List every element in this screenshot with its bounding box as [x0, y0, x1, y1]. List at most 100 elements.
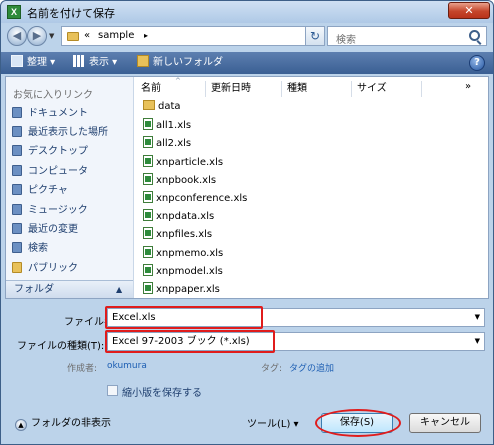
tags-label: タグ:: [261, 364, 283, 374]
tools-menu-button[interactable]: ツール(L) ▾: [247, 415, 299, 430]
file-name: all1.xls: [156, 120, 192, 131]
column-header-size[interactable]: サイズ: [357, 81, 387, 97]
folder-icon: [143, 100, 155, 110]
column-divider[interactable]: [281, 81, 282, 97]
column-name-label: 名前: [141, 83, 161, 94]
title-bar: X 名前を付けて保存 ✕: [1, 1, 493, 23]
cancel-button[interactable]: キャンセル: [409, 413, 481, 433]
filename-highlight: [105, 306, 263, 329]
chevron-down-icon[interactable]: ▼: [475, 309, 480, 326]
excel-file-icon: [143, 155, 153, 167]
sidebar-item-documents[interactable]: ドキュメント: [12, 105, 130, 123]
sidebar-item-searches[interactable]: 検索: [12, 240, 130, 258]
sidebar-item-label: コンピュータ: [28, 166, 88, 177]
file-name: all2.xls: [156, 138, 192, 149]
more-columns-icon[interactable]: »: [465, 81, 471, 92]
chevron-down-icon[interactable]: ▼: [475, 333, 480, 350]
sidebar-item-pictures[interactable]: ピクチャ: [12, 182, 130, 200]
list-item[interactable]: xnppaper.xls: [143, 281, 363, 297]
list-item[interactable]: all1.xls: [143, 117, 363, 135]
views-button[interactable]: 表示 ▾: [73, 55, 117, 71]
sidebar-item-computer[interactable]: コンピュータ: [12, 163, 130, 181]
list-item[interactable]: all2.xls: [143, 135, 363, 153]
excel-file-icon: [143, 136, 153, 148]
folders-toggle[interactable]: フォルダ ▲: [6, 280, 133, 298]
list-item[interactable]: xnpdata.xls: [143, 208, 363, 226]
list-item[interactable]: xnpconference.xls: [143, 190, 363, 208]
refresh-button[interactable]: ↻: [305, 26, 325, 46]
recently-changed-icon: [12, 223, 22, 234]
sidebar-item-label: デスクトップ: [28, 146, 88, 157]
list-item[interactable]: xnpmodel.xls: [143, 263, 363, 281]
breadcrumb-overflow[interactable]: «: [84, 30, 90, 41]
column-header-modified[interactable]: 更新日時: [211, 81, 251, 97]
list-item[interactable]: data: [143, 98, 363, 116]
sidebar-item-recent-places[interactable]: 最近表示した場所: [12, 124, 130, 142]
browser-pane: お気に入りリンク ドキュメント 最近表示した場所 デスクトップ コンピュータ ピ…: [5, 76, 489, 299]
file-name: xnpbook.xls: [156, 175, 217, 186]
pictures-icon: [12, 184, 22, 195]
searches-icon: [12, 242, 22, 253]
tags-value[interactable]: タグの追加: [289, 361, 334, 374]
sidebar-item-label: 検索: [28, 243, 48, 254]
excel-file-icon: [143, 227, 153, 239]
save-thumbnail-label[interactable]: 縮小版を保存する: [122, 384, 202, 399]
recent-places-icon: [12, 126, 22, 137]
column-header-name[interactable]: 名前: [141, 81, 161, 97]
breadcrumb-chevron-icon[interactable]: ▸: [144, 31, 148, 40]
close-button[interactable]: ✕: [448, 2, 490, 19]
search-input[interactable]: 検索: [327, 26, 487, 46]
tools-label: ツール(L): [247, 419, 291, 430]
views-icon: [73, 55, 85, 67]
chevron-up-icon: ▲: [116, 285, 123, 294]
sidebar-item-recently-changed[interactable]: 最近の変更: [12, 221, 130, 239]
sidebar-item-desktop[interactable]: デスクトップ: [12, 143, 130, 161]
new-folder-button[interactable]: 新しいフォルダ: [137, 55, 223, 71]
back-button[interactable]: ◀: [7, 26, 27, 46]
file-name: xnparticle.xls: [156, 157, 224, 168]
list-item[interactable]: xnpbook.xls: [143, 172, 363, 190]
list-item[interactable]: xnparticle.xls: [143, 154, 363, 172]
sort-arrow-icon: ^: [175, 77, 181, 85]
excel-file-icon: [143, 191, 153, 203]
file-name: xnppaper.xls: [156, 284, 220, 295]
navigation-bar: ◀ ▶ ▼ « sample ▸ ▾ ↻ 検索: [1, 23, 493, 49]
forward-button[interactable]: ▶: [27, 26, 47, 46]
filetype-label: ファイルの種類(T):: [17, 341, 105, 352]
new-folder-label: 新しいフォルダ: [153, 57, 223, 68]
file-name: data: [158, 101, 181, 112]
excel-file-icon: [143, 246, 153, 258]
window-title: 名前を付けて保存: [27, 7, 115, 20]
column-divider[interactable]: [421, 81, 422, 97]
file-name: xnpmodel.xls: [156, 266, 223, 277]
organize-label: 整理: [27, 57, 47, 68]
recent-pages-dropdown-icon[interactable]: ▼: [49, 32, 54, 40]
search-icon[interactable]: [469, 30, 480, 41]
column-header-type[interactable]: 種類: [287, 81, 307, 97]
list-item[interactable]: xnpmemo.xls: [143, 245, 363, 263]
column-divider[interactable]: [351, 81, 352, 97]
organize-button[interactable]: 整理 ▾: [11, 55, 55, 71]
column-divider[interactable]: [205, 81, 206, 97]
save-thumbnail-checkbox[interactable]: [107, 385, 118, 396]
sidebar-item-music[interactable]: ミュージック: [12, 202, 130, 220]
address-bar[interactable]: « sample ▸ ▾: [61, 26, 319, 46]
filetype-highlight: [105, 330, 275, 353]
sidebar-item-public[interactable]: パブリック: [12, 260, 130, 278]
navigation-sidebar: お気に入りリンク ドキュメント 最近表示した場所 デスクトップ コンピュータ ピ…: [6, 77, 134, 298]
save-as-dialog: X 名前を付けて保存 ✕ ◀ ▶ ▼ « sample ▸ ▾ ↻ 検索 整理 …: [0, 0, 494, 445]
sidebar-item-label: 最近表示した場所: [28, 127, 108, 138]
author-value[interactable]: okumura: [107, 361, 147, 371]
help-icon[interactable]: ?: [469, 55, 485, 71]
file-name: xnpdata.xls: [156, 211, 215, 222]
hide-folders-button[interactable]: ▲ フォルダの非表示: [15, 414, 111, 431]
search-placeholder: 検索: [336, 35, 356, 46]
excel-file-icon: [143, 173, 153, 185]
sidebar-item-label: ピクチャ: [28, 185, 68, 196]
file-name: xnpfiles.xls: [156, 229, 213, 240]
documents-icon: [12, 107, 22, 118]
public-folder-icon: [12, 262, 22, 273]
list-item[interactable]: xnpfiles.xls: [143, 226, 363, 244]
folders-label: フォルダ: [14, 284, 54, 295]
breadcrumb-sample[interactable]: sample: [98, 30, 134, 41]
